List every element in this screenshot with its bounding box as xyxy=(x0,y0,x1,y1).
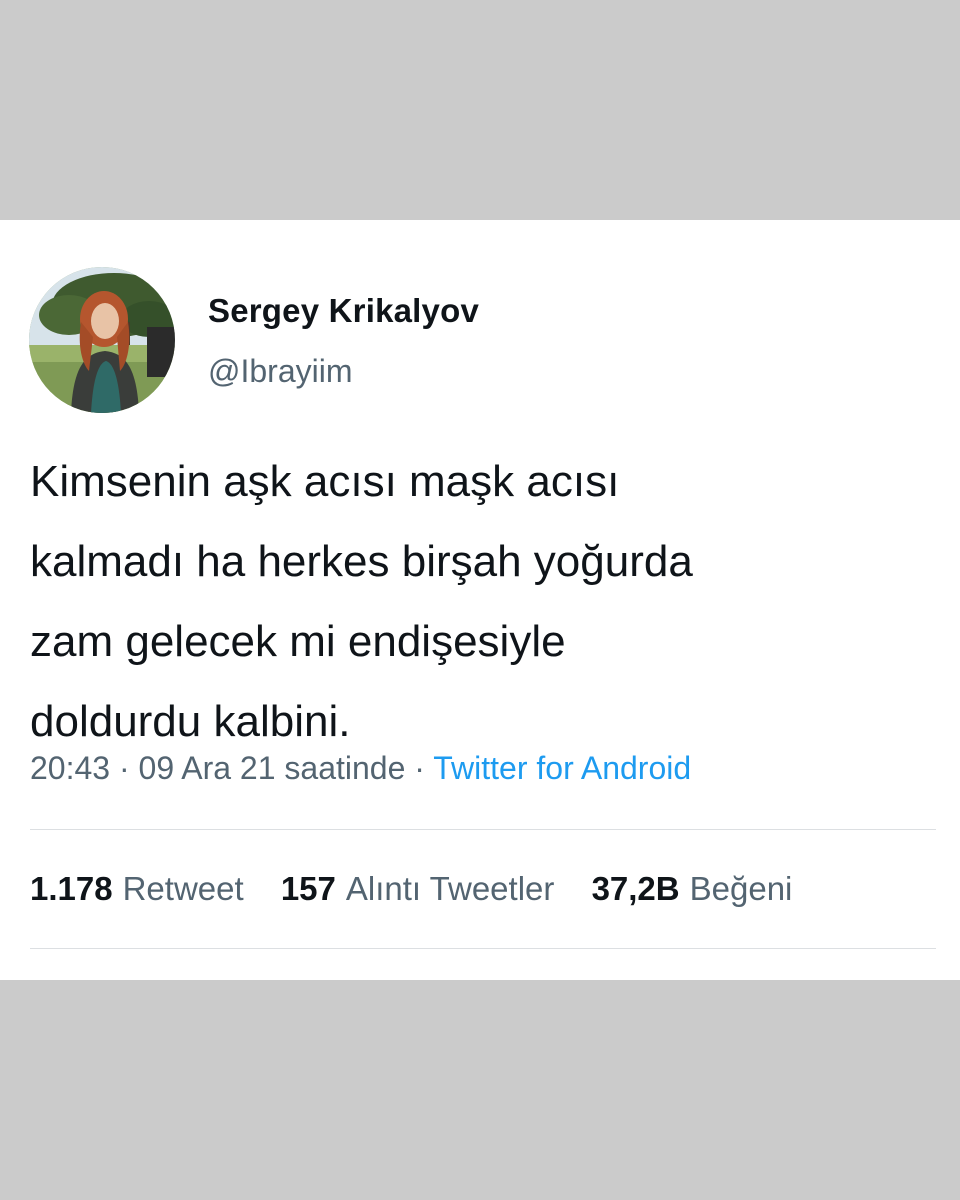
retweets-label: Retweet xyxy=(122,870,244,907)
tweet-date[interactable]: 09 Ara 21 saatinde xyxy=(139,750,406,786)
tweet-text-line: kalmadı ha herkes birşah yoğurda xyxy=(30,537,693,586)
likes-count: 37,2B xyxy=(591,870,680,907)
tweet-source-link[interactable]: Twitter for Android xyxy=(433,750,691,786)
meta-separator: · xyxy=(414,750,425,786)
likes-label: Beğeni xyxy=(689,870,793,907)
quotes-count: 157 xyxy=(280,870,336,907)
divider xyxy=(30,948,936,949)
avatar[interactable] xyxy=(29,267,175,413)
tweet-text-line: zam gelecek mi endişesiyle xyxy=(30,617,566,666)
tweet-stats: 1.178 Retweet 157 Alıntı Tweetler 37,2B Beğ… xyxy=(30,870,792,908)
tweet-meta: 20:43 · 09 Ara 21 saatinde · Twitter for… xyxy=(30,750,691,787)
display-name[interactable]: Sergey Krikalyov xyxy=(208,292,479,330)
divider xyxy=(30,829,936,830)
tweet-text-line: Kimsenin aşk acısı maşk acısı xyxy=(30,457,620,506)
likes-stat[interactable]: 37,2B Beğeni xyxy=(592,870,793,908)
tweet-card: Sergey Krikalyov @Ibrayiim Kimsenin aşk … xyxy=(0,220,960,980)
user-handle[interactable]: @Ibrayiim xyxy=(208,353,353,390)
profile-photo-icon xyxy=(29,267,175,413)
tweet-time[interactable]: 20:43 xyxy=(30,750,110,786)
retweets-stat[interactable]: 1.178 Retweet xyxy=(30,870,244,908)
meta-separator: · xyxy=(118,750,130,786)
retweets-count: 1.178 xyxy=(30,870,113,907)
quotes-stat[interactable]: 157 Alıntı Tweetler xyxy=(281,870,555,908)
tweet-text: Kimsenin aşk acısı maşk acısı kalmadı ha… xyxy=(30,442,940,762)
quotes-label: Alıntı Tweetler xyxy=(345,870,555,907)
